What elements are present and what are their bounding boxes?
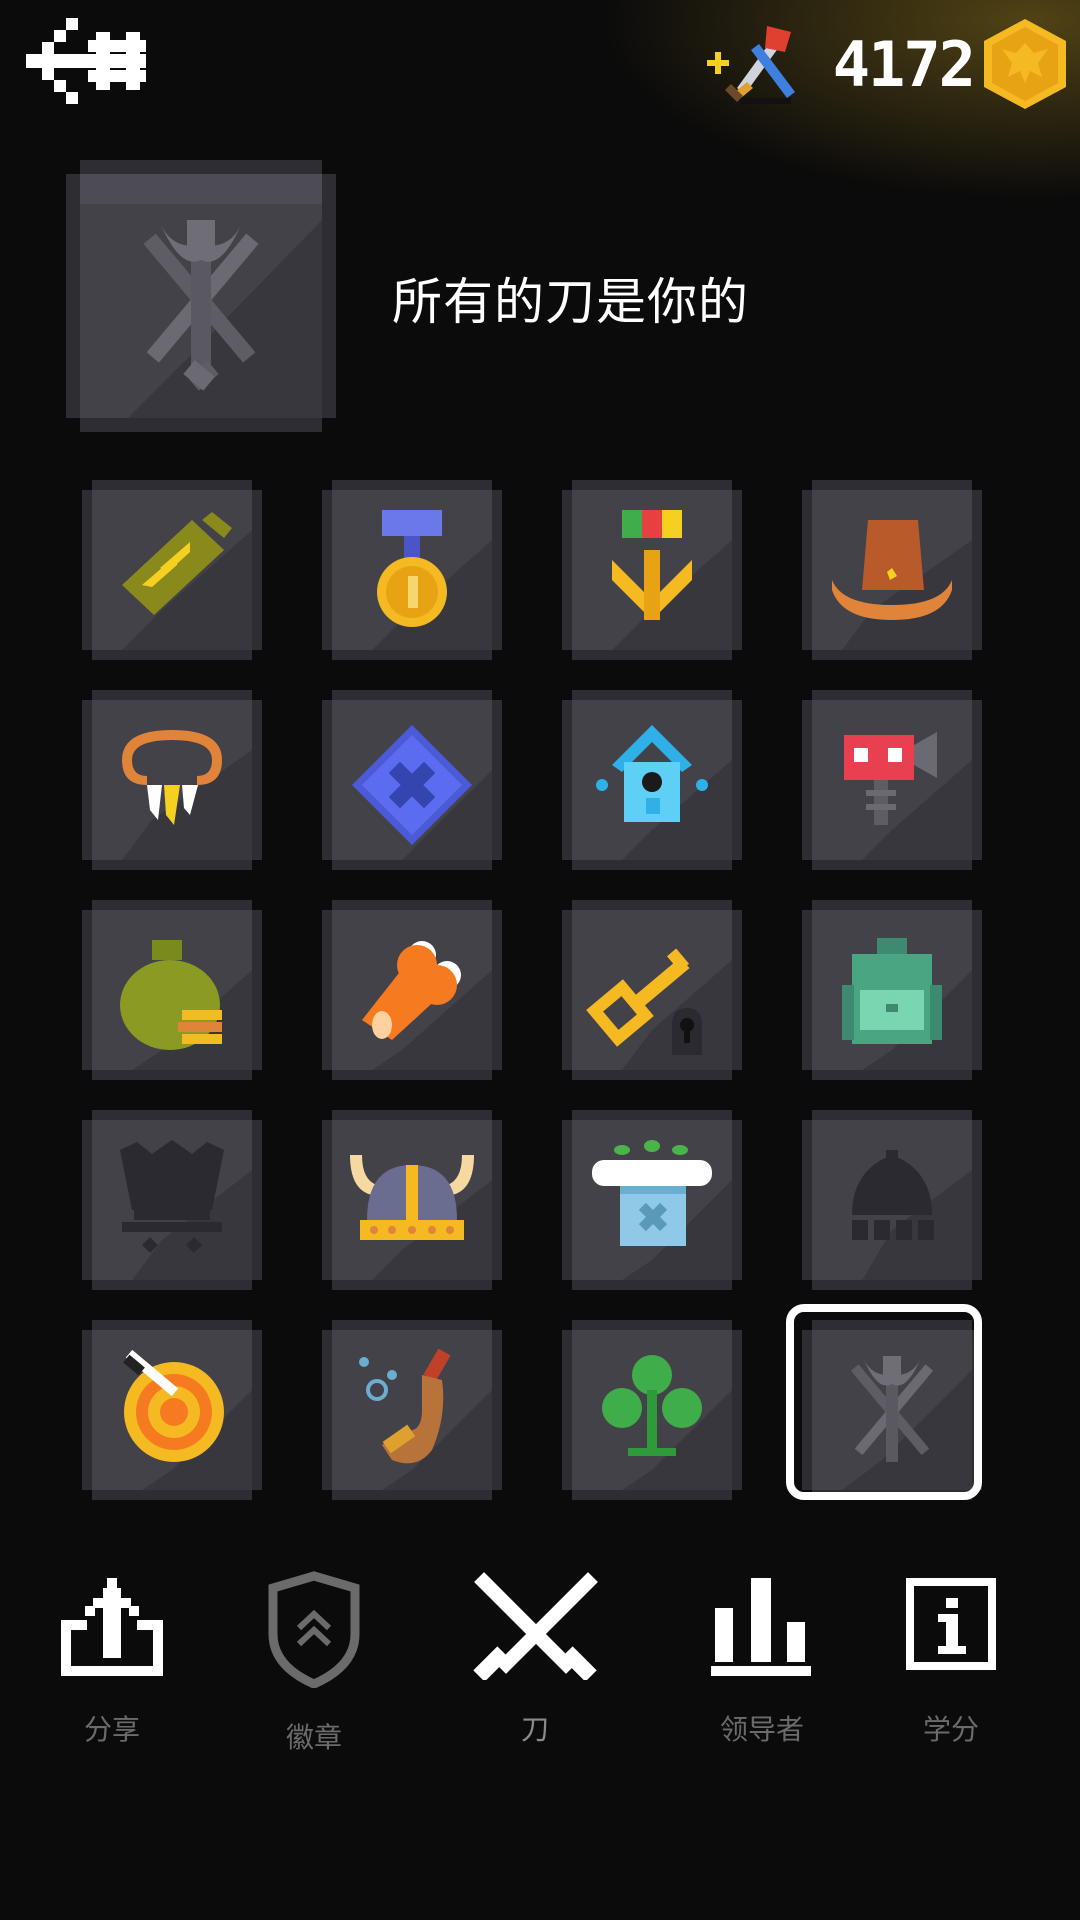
nav-badges-label: 徽章 — [285, 1721, 342, 1754]
collection-item-backpack[interactable] — [802, 900, 982, 1080]
collection-item-tooth-necklace[interactable] — [82, 690, 262, 870]
dome-building-locked-icon — [802, 1110, 982, 1290]
selection-frame — [786, 1304, 982, 1500]
clover-icon — [562, 1320, 742, 1500]
collection-item-viking-helmet[interactable] — [322, 1110, 502, 1290]
collection-item-cowboy-hat[interactable] — [802, 480, 982, 660]
collection-item-clover[interactable] — [562, 1320, 742, 1500]
nav-credits-label: 学分 — [922, 1713, 979, 1746]
share-icon — [61, 1578, 163, 1676]
gold-key-lock-icon — [562, 900, 742, 1080]
nav-leaders-label: 领导者 — [719, 1713, 804, 1746]
collection-item-key-lock[interactable] — [562, 900, 742, 1080]
back-arrow-icon — [26, 18, 146, 104]
info-icon — [906, 1578, 996, 1670]
nav-leaders[interactable]: 领导者 — [672, 1570, 852, 1748]
collection-item-pipe[interactable] — [322, 1320, 502, 1500]
robot-head-icon — [802, 690, 982, 870]
collection-item-money-bag[interactable] — [82, 900, 262, 1080]
cowboy-hat-icon — [802, 480, 982, 660]
selected-knife-preview — [66, 160, 336, 432]
collection-item-target[interactable] — [82, 1320, 262, 1500]
collection-item-dome[interactable] — [802, 1110, 982, 1290]
nav-badges[interactable]: 徽章 — [224, 1570, 404, 1756]
collection-item-eagle-medal[interactable] — [562, 480, 742, 660]
nav-share-label: 分享 — [83, 1713, 140, 1746]
knife-target-icon — [82, 1320, 262, 1500]
shield-badge-icon — [268, 1571, 360, 1688]
viking-helmet-icon — [322, 1110, 502, 1290]
military-rank-patch-icon — [82, 480, 262, 660]
nav-knives[interactable]: 刀 — [445, 1570, 625, 1748]
bottom-navigation: 分享 徽章 刀 领导者 学分 — [0, 1570, 1080, 1770]
gold-coin-icon — [984, 19, 1066, 109]
collection-item-meat[interactable] — [322, 900, 502, 1080]
dark-crown-locked-icon — [82, 1110, 262, 1290]
collection-title: 所有的刀是你的 — [392, 273, 749, 331]
collection-item-robot[interactable] — [802, 690, 982, 870]
collection-item-gold-medal[interactable] — [322, 480, 502, 660]
crossed-knives-icon — [473, 1572, 598, 1680]
coin-area: 4172 — [706, 14, 1068, 114]
gold-medal-icon — [322, 480, 502, 660]
birdhouse-icon — [562, 690, 742, 870]
collection-item-rank-patch[interactable] — [82, 480, 262, 660]
crossed-weapons-icon — [66, 160, 336, 432]
collection-item-dark-crown[interactable] — [82, 1110, 262, 1290]
money-bag-icon — [82, 900, 262, 1080]
tooth-necklace-icon — [82, 690, 262, 870]
nav-share[interactable]: 分享 — [22, 1570, 202, 1748]
plant-shop-icon — [562, 1110, 742, 1290]
eagle-medal-icon — [562, 480, 742, 660]
nav-credits[interactable]: 学分 — [861, 1570, 1041, 1748]
bone-meat-icon — [322, 900, 502, 1080]
back-button[interactable] — [26, 18, 146, 104]
leaderboard-icon — [711, 1578, 811, 1676]
smoking-pipe-icon — [322, 1320, 502, 1500]
blueprint-map-icon — [322, 690, 502, 870]
collection-item-birdhouse[interactable] — [562, 690, 742, 870]
nav-knives-label: 刀 — [520, 1713, 549, 1746]
collection-item-plant-shop[interactable] — [562, 1110, 742, 1290]
coin-count: 4172 — [832, 27, 976, 101]
backpack-icon — [802, 900, 982, 1080]
add-weapon-icon[interactable] — [706, 22, 803, 106]
collection-item-crossed-weapons[interactable] — [786, 1304, 982, 1500]
collection-item-blueprint[interactable] — [322, 690, 502, 870]
